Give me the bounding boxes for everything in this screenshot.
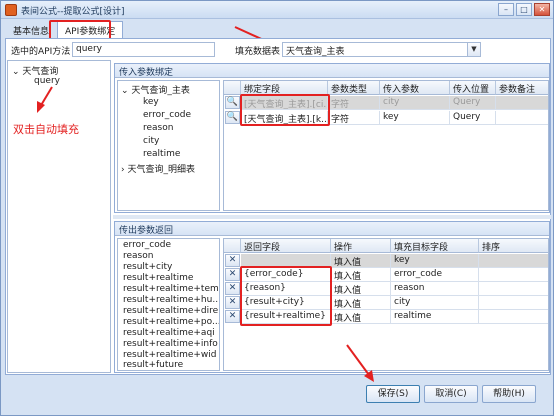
window-title: 表间公式--提取公式[设计] xyxy=(21,7,125,17)
cell-operation[interactable]: 填入值 xyxy=(331,268,391,282)
api-tree: ⌄ 天气查询 query 双击自动填充 xyxy=(7,60,111,373)
cell-param[interactable]: city xyxy=(380,96,450,110)
api-method-label: 选中的API方法 xyxy=(11,47,71,57)
expand-icon[interactable]: › xyxy=(121,165,125,175)
cancel-button[interactable]: 取消(C) xyxy=(424,385,478,403)
cell-operation[interactable]: 填入值 xyxy=(331,296,391,310)
fill-table-select[interactable]: 天气查询_主表 ▼ xyxy=(282,42,481,57)
input-detail-table[interactable]: › 天气查询_明细表 xyxy=(121,162,195,175)
output-field-item[interactable]: result+realtime+po... xyxy=(123,317,219,327)
output-params-panel: 传出参数返回 error_code reason result+city res… xyxy=(114,221,550,373)
collapse-icon[interactable]: ⌄ xyxy=(12,67,20,77)
search-icon[interactable]: 🔍 xyxy=(225,111,240,124)
column-header[interactable]: 绑定字段 xyxy=(241,81,328,95)
title-bar: 表间公式--提取公式[设计] – □ ✕ xyxy=(1,1,553,19)
fill-table-label: 填充数据表 xyxy=(235,47,281,57)
chevron-down-icon[interactable]: ▼ xyxy=(467,43,480,56)
help-button[interactable]: 帮助(H) xyxy=(482,385,536,403)
tab-content: 选中的API方法 query 填充数据表 天气查询_主表 ▼ ⌄ 天气查询 qu… xyxy=(5,38,551,375)
tab-highlight-box xyxy=(49,20,111,40)
cell-sort[interactable] xyxy=(479,296,548,310)
input-field-item[interactable]: reason xyxy=(143,123,173,133)
column-header[interactable]: 排序 xyxy=(479,239,548,253)
cell-param[interactable]: key xyxy=(380,111,450,125)
cell-operation[interactable]: 填入值 xyxy=(331,282,391,296)
output-params-grid: 返回字段 操作 填充目标字段 排序 ✕ 填入值 key ✕ {error_cod… xyxy=(223,238,549,371)
close-icon[interactable]: ✕ xyxy=(534,3,550,16)
cell-param-type[interactable]: 字符 xyxy=(328,96,380,110)
delete-icon[interactable]: ✕ xyxy=(225,310,240,323)
cell-sort[interactable] xyxy=(479,254,548,268)
cell-target-field[interactable]: city xyxy=(391,296,479,310)
panel-splitter[interactable] xyxy=(113,215,551,219)
cell-operation[interactable]: 填入值 xyxy=(331,310,391,324)
input-field-item[interactable]: city xyxy=(143,136,159,146)
input-params-panel: 传入参数绑定 ⌄ 天气查询_主表 key error_code reason c… xyxy=(114,63,550,213)
window: 表间公式--提取公式[设计] – □ ✕ 基本信息 API参数绑定 选中的API… xyxy=(0,0,554,416)
input-detail-table-label: 天气查询_明细表 xyxy=(127,165,195,175)
delete-icon[interactable]: ✕ xyxy=(225,254,240,267)
output-field-item[interactable]: result+city xyxy=(123,262,172,272)
cell-target-field[interactable]: key xyxy=(391,254,479,268)
arrow-annotation-bottom xyxy=(346,344,374,382)
input-fields-tree: ⌄ 天气查询_主表 key error_code reason city rea… xyxy=(117,80,220,211)
column-header[interactable]: 传入参数 xyxy=(380,81,450,95)
delete-icon[interactable]: ✕ xyxy=(225,282,240,295)
cell-position[interactable]: Query xyxy=(450,96,496,110)
api-method-field[interactable]: query xyxy=(72,42,215,57)
return-field-highlight-box xyxy=(240,266,332,326)
input-field-item[interactable]: realtime xyxy=(143,149,180,159)
delete-icon[interactable]: ✕ xyxy=(225,296,240,309)
cell-note[interactable] xyxy=(496,96,548,110)
arrow-annotation-left xyxy=(37,86,53,113)
output-field-item[interactable]: result+realtime+aqi xyxy=(123,328,215,338)
output-field-item[interactable]: reason xyxy=(123,251,153,261)
column-header[interactable]: 传入位置 xyxy=(450,81,496,95)
annotation-text: 双击自动填充 xyxy=(13,123,79,136)
cell-position[interactable]: Query xyxy=(450,111,496,125)
column-header[interactable]: 操作 xyxy=(331,239,391,253)
column-header[interactable]: 填充目标字段 xyxy=(391,239,479,253)
bind-field-highlight-box xyxy=(240,94,330,126)
cell-target-field[interactable]: realtime xyxy=(391,310,479,324)
output-field-item[interactable]: result+realtime+hu... xyxy=(123,295,219,305)
input-field-item[interactable]: key xyxy=(143,97,159,107)
output-field-item[interactable]: result+realtime+info xyxy=(123,339,218,349)
save-button[interactable]: 保存(S) xyxy=(366,385,420,403)
output-field-item[interactable]: result+realtime+dire... xyxy=(123,306,219,316)
output-field-item[interactable]: result+future xyxy=(123,360,183,370)
collapse-icon[interactable]: ⌄ xyxy=(121,86,129,96)
maximize-icon[interactable]: □ xyxy=(516,3,532,16)
output-field-item[interactable]: error_code xyxy=(123,240,171,250)
output-field-item[interactable]: result+realtime+wid xyxy=(123,350,217,360)
cell-operation[interactable]: 填入值 xyxy=(331,254,391,268)
fill-table-value: 天气查询_主表 xyxy=(286,47,345,57)
cell-sort[interactable] xyxy=(479,282,548,296)
delete-icon[interactable]: ✕ xyxy=(225,268,240,281)
cell-target-field[interactable]: error_code xyxy=(391,268,479,282)
cell-note[interactable] xyxy=(496,111,548,125)
input-params-grid: 绑定字段 参数类型 传入参数 传入位置 参数备注 🔍 [天气查询_主表].[ci… xyxy=(223,80,549,211)
cell-target-field[interactable]: reason xyxy=(391,282,479,296)
window-controls: – □ ✕ xyxy=(498,3,550,16)
output-params-title: 传出参数返回 xyxy=(115,222,549,236)
column-header[interactable]: 返回字段 xyxy=(241,239,331,253)
output-fields-list: error_code reason result+city result+rea… xyxy=(117,238,220,371)
cell-sort[interactable] xyxy=(479,268,548,282)
grid-corner xyxy=(224,81,241,95)
input-main-table[interactable]: ⌄ 天气查询_主表 xyxy=(121,83,190,96)
minimize-icon[interactable]: – xyxy=(498,3,514,16)
search-icon[interactable]: 🔍 xyxy=(225,96,240,109)
input-main-table-label: 天气查询_主表 xyxy=(131,86,190,96)
column-header[interactable]: 参数备注 xyxy=(496,81,548,95)
cell-param-type[interactable]: 字符 xyxy=(328,111,380,125)
app-icon xyxy=(5,4,17,16)
grid-corner xyxy=(224,239,241,253)
cell-sort[interactable] xyxy=(479,310,548,324)
output-field-item[interactable]: result+realtime xyxy=(123,273,193,283)
input-field-item[interactable]: error_code xyxy=(143,110,191,120)
output-field-item[interactable]: result+realtime+tem... xyxy=(123,284,219,294)
column-header[interactable]: 参数类型 xyxy=(328,81,380,95)
input-params-title: 传入参数绑定 xyxy=(115,64,549,78)
